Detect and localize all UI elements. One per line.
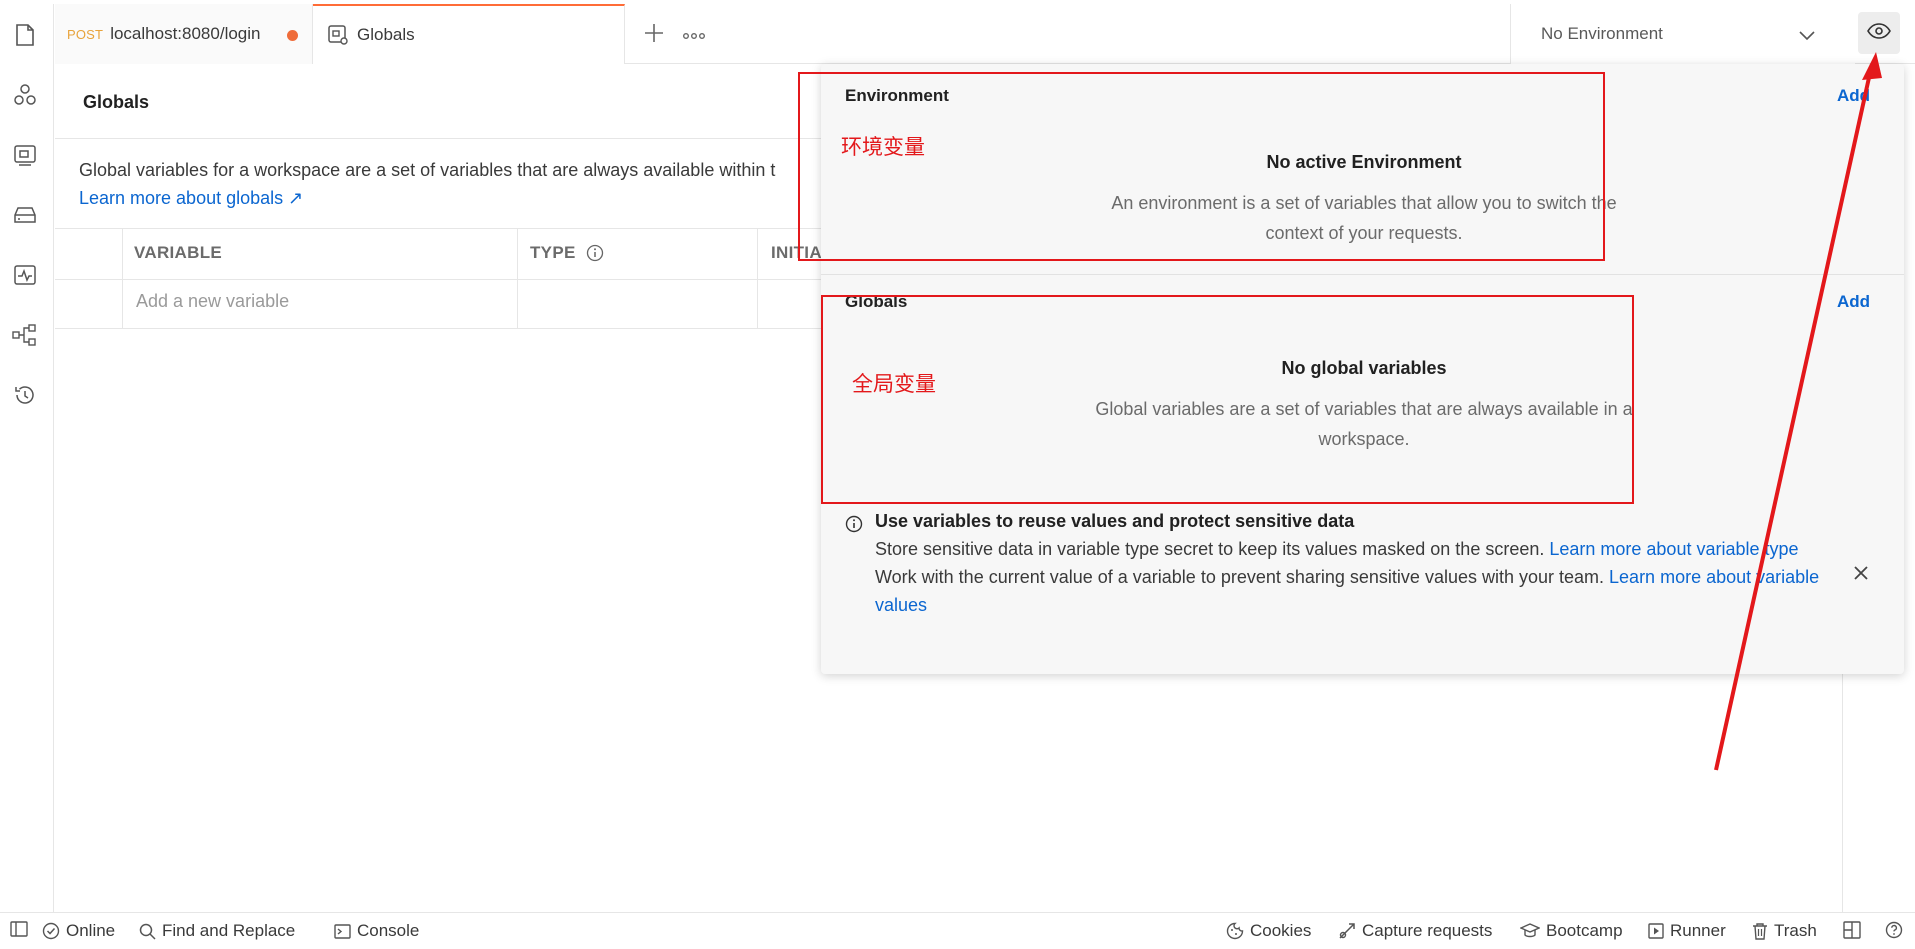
globals-description: Global variables for a workspace are a s…: [79, 160, 776, 180]
close-icon: [1854, 566, 1868, 584]
cookies-label: Cookies: [1250, 921, 1312, 940]
annotation-box-globals: [821, 295, 1634, 504]
console-icon: [334, 923, 351, 939]
help-icon: [1885, 921, 1903, 939]
layout-split-icon: [1843, 921, 1861, 939]
tip-line-secret: Store sensitive data in variable type se…: [875, 535, 1845, 563]
runner-icon: [1648, 923, 1664, 939]
runner-label: Runner: [1670, 921, 1726, 940]
annotation-box-environment: [798, 72, 1605, 261]
two-pane-view-button[interactable]: [1843, 921, 1861, 939]
flows-icon[interactable]: [12, 322, 38, 348]
capture-icon: [1338, 922, 1356, 940]
tab-request-label: localhost:8080/login: [110, 24, 261, 43]
globals-tab-icon: [327, 24, 349, 46]
cookies-button[interactable]: Cookies: [1226, 921, 1311, 941]
find-and-replace-label: Find and Replace: [162, 921, 296, 940]
annotation-label-environment: 环境变量: [841, 135, 925, 159]
console-button[interactable]: Console: [334, 921, 419, 941]
online-status-label: Online: [66, 921, 116, 940]
tab-request-login[interactable]: POST localhost:8080/login: [55, 4, 313, 64]
tab-globals[interactable]: Globals: [313, 4, 625, 64]
console-label: Console: [357, 921, 420, 940]
history-icon[interactable]: [12, 382, 38, 408]
request-method-badge: POST: [67, 26, 104, 42]
more-horizontal-icon: [683, 27, 706, 44]
new-tab-button[interactable]: [637, 18, 671, 52]
status-bar: Online Find and Replace Console Cookies …: [0, 912, 1915, 949]
learn-more-globals-link[interactable]: Learn more about globals ↗: [79, 188, 303, 209]
info-icon[interactable]: [586, 244, 604, 262]
eye-icon: [1867, 23, 1891, 43]
sidebar-toggle-icon: [10, 921, 28, 937]
add-variable-input[interactable]: Add a new variable: [136, 291, 289, 312]
tip-line-current-value: Work with the current value of a variabl…: [875, 563, 1845, 619]
chevron-down-icon: [1799, 26, 1815, 46]
trash-button[interactable]: Trash: [1752, 921, 1817, 941]
trash-icon: [1752, 922, 1768, 940]
tip-heading: Use variables to reuse values and protec…: [875, 511, 1355, 531]
column-divider: [517, 229, 518, 329]
column-header-variable: VARIABLE: [134, 243, 223, 262]
left-sidebar: [0, 4, 54, 912]
cookie-icon: [1226, 922, 1244, 940]
online-status[interactable]: Online: [42, 921, 115, 941]
environment-selector[interactable]: No Environment: [1510, 4, 1855, 64]
add-global-button[interactable]: Add: [1837, 292, 1870, 312]
runner-button[interactable]: Runner: [1648, 921, 1726, 941]
capture-requests-button[interactable]: Capture requests: [1338, 921, 1492, 941]
bootcamp-button[interactable]: Bootcamp: [1520, 921, 1623, 941]
column-header-type-label: TYPE: [530, 243, 576, 262]
capture-requests-label: Capture requests: [1362, 921, 1493, 940]
tip-text: Use variables to reuse values and protec…: [875, 507, 1845, 619]
column-divider: [757, 229, 758, 329]
unsaved-indicator: [287, 30, 298, 41]
graduation-cap-icon: [1520, 923, 1540, 939]
environment-quick-look-button[interactable]: [1858, 12, 1900, 54]
help-button[interactable]: [1885, 921, 1903, 939]
annotation-label-globals: 全局变量: [852, 372, 936, 396]
column-header-type: TYPE: [530, 243, 604, 263]
page-title: Globals: [83, 92, 150, 112]
variables-tip-banner: Use variables to reuse values and protec…: [845, 507, 1845, 619]
plus-icon: [644, 23, 664, 47]
mock-servers-icon[interactable]: [12, 202, 38, 228]
divider: [821, 274, 1904, 275]
dismiss-tip-button[interactable]: [1848, 562, 1874, 588]
tab-globals-label: Globals: [357, 25, 415, 44]
monitors-icon[interactable]: [12, 262, 38, 288]
trash-label: Trash: [1774, 921, 1817, 940]
info-icon: [845, 513, 863, 541]
more-tabs-button[interactable]: [677, 18, 711, 52]
find-and-replace-button[interactable]: Find and Replace: [139, 921, 295, 941]
collections-icon[interactable]: [12, 22, 38, 48]
environment-selector-value: No Environment: [1541, 24, 1663, 43]
bootcamp-label: Bootcamp: [1546, 921, 1623, 940]
tip-line-secret-text: Store sensitive data in variable type se…: [875, 539, 1550, 559]
learn-more-variable-type-link[interactable]: Learn more about variable type: [1549, 539, 1798, 559]
apis-icon[interactable]: [12, 82, 38, 108]
add-environment-button[interactable]: Add: [1837, 86, 1870, 106]
search-icon: [139, 923, 156, 940]
toggle-sidebar-button[interactable]: [10, 921, 28, 937]
check-circle-icon: [42, 922, 60, 940]
tip-line-current-value-text: Work with the current value of a variabl…: [875, 567, 1610, 587]
column-divider: [122, 229, 123, 329]
environments-icon[interactable]: [12, 142, 38, 168]
